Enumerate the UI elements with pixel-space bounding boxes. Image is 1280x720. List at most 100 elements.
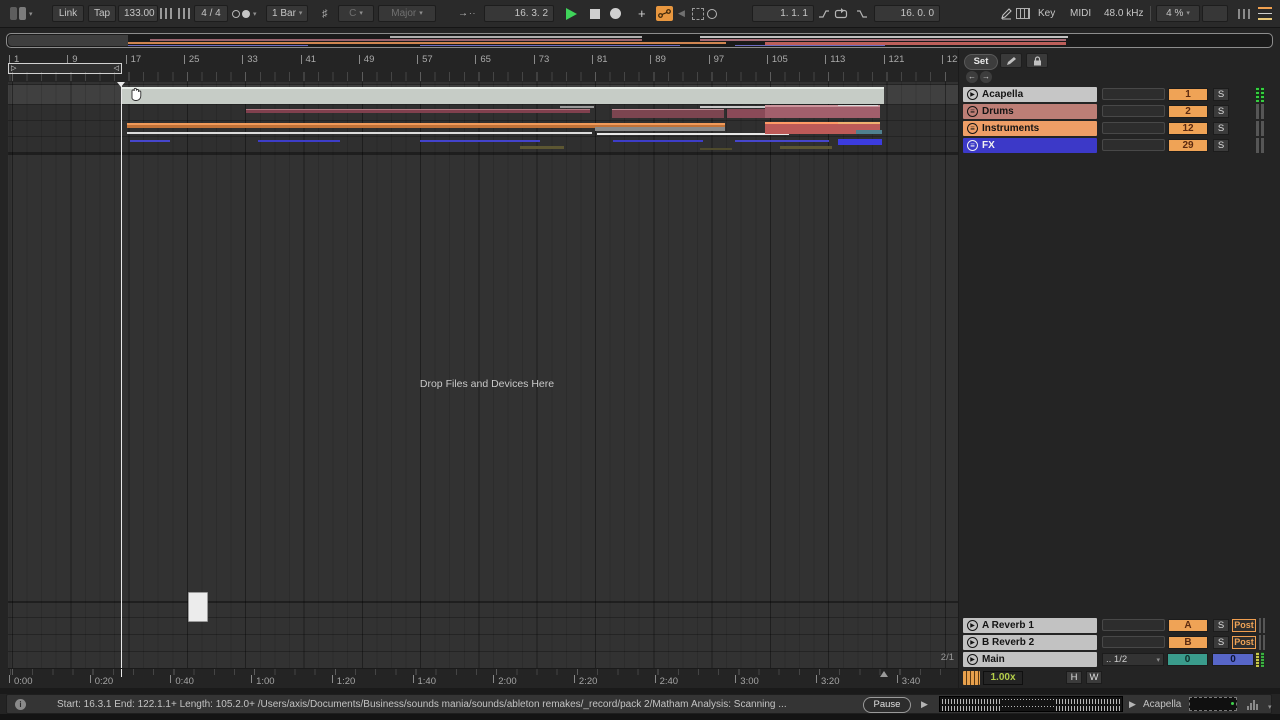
track-io-box[interactable] bbox=[1102, 88, 1165, 100]
automation-mode-button[interactable] bbox=[656, 5, 673, 22]
return-io-box[interactable] bbox=[1102, 636, 1165, 648]
track-io-box[interactable] bbox=[1102, 122, 1165, 134]
output-routing-menu[interactable]: .. 1/2▾ bbox=[1102, 653, 1164, 666]
clip-segment[interactable] bbox=[246, 110, 590, 113]
midi-map-button[interactable]: MIDI bbox=[1064, 5, 1096, 22]
clip-segment[interactable] bbox=[420, 45, 680, 46]
clip-segment[interactable] bbox=[700, 36, 1068, 38]
clip-segment[interactable] bbox=[127, 132, 592, 134]
clip-segment[interactable] bbox=[700, 148, 732, 150]
scale-icon[interactable]: ♯ bbox=[322, 5, 328, 22]
solo-button[interactable]: S bbox=[1213, 122, 1229, 135]
clip-segment[interactable] bbox=[838, 139, 882, 145]
time-signature-field[interactable]: 4 / 4 bbox=[194, 5, 228, 22]
punch-out-icon[interactable] bbox=[856, 5, 868, 22]
track-header[interactable]: ≡Drums bbox=[963, 104, 1097, 119]
group-track-icon[interactable]: ≡ bbox=[967, 140, 978, 151]
clip-segment[interactable] bbox=[597, 133, 789, 135]
return-activator[interactable]: A bbox=[1168, 619, 1208, 632]
return-activator[interactable]: B bbox=[1168, 636, 1208, 649]
return-io-box[interactable] bbox=[1102, 619, 1165, 631]
clip-segment[interactable] bbox=[838, 122, 880, 124]
link-button[interactable]: Link bbox=[52, 5, 84, 22]
clip-segment[interactable] bbox=[612, 110, 724, 118]
clip-segment[interactable] bbox=[128, 45, 308, 46]
unfold-icon[interactable]: ▶ bbox=[967, 637, 978, 648]
preview-play-icon[interactable]: ▶ bbox=[921, 699, 928, 710]
midi-keyboard-icon[interactable] bbox=[963, 671, 980, 685]
draw-mode-icon[interactable] bbox=[1000, 5, 1013, 22]
stop-button[interactable] bbox=[590, 5, 600, 22]
overview-viewport[interactable] bbox=[8, 35, 128, 46]
track-header[interactable]: ≡FX bbox=[963, 138, 1097, 153]
clip-segment[interactable] bbox=[856, 130, 882, 134]
lock-envelopes-button[interactable] bbox=[1026, 53, 1048, 68]
metronome-icon[interactable] bbox=[160, 5, 174, 22]
width-button[interactable]: W bbox=[1086, 671, 1102, 684]
unfold-icon[interactable]: ▶ bbox=[967, 89, 978, 100]
loop-end-handle[interactable]: ◁ bbox=[114, 64, 119, 73]
clip-segment[interactable] bbox=[520, 146, 564, 149]
height-button[interactable]: H bbox=[1066, 671, 1082, 684]
clip-segment[interactable] bbox=[595, 127, 725, 131]
clip-segment[interactable] bbox=[122, 87, 884, 104]
track-activator[interactable]: 1 bbox=[1168, 88, 1208, 101]
solo-button[interactable]: S bbox=[1213, 88, 1229, 101]
main-track-header[interactable]: ▶ Main bbox=[963, 652, 1097, 667]
record-button[interactable] bbox=[610, 5, 621, 22]
zoom-level[interactable]: 1.00x bbox=[983, 671, 1023, 685]
clip-segment[interactable] bbox=[390, 36, 642, 38]
loop-icon[interactable] bbox=[834, 5, 848, 22]
group-track-icon[interactable]: ≡ bbox=[967, 106, 978, 117]
clip-segment[interactable] bbox=[838, 105, 878, 106]
quantize-menu[interactable]: 1 Bar▾ bbox=[266, 5, 308, 22]
clip-segment[interactable] bbox=[130, 140, 170, 142]
punch-in-icon[interactable] bbox=[818, 5, 830, 22]
clip-segment[interactable] bbox=[258, 140, 340, 142]
arrangement-position-field[interactable]: 16. 3. 2 bbox=[484, 5, 554, 22]
chevron-down-icon[interactable]: ▾ bbox=[1265, 702, 1272, 713]
rename-field[interactable] bbox=[1189, 697, 1237, 711]
session-record-selection-icon[interactable] bbox=[692, 5, 704, 22]
play-button[interactable] bbox=[566, 5, 577, 22]
beat-time-ruler[interactable]: 191725334149576573818997105113121129 bbox=[8, 50, 958, 82]
track-io-box[interactable] bbox=[1102, 105, 1165, 117]
next-marker-button[interactable]: → bbox=[980, 71, 992, 83]
preview-waveform[interactable] bbox=[939, 696, 1123, 712]
key-scale-menu[interactable]: Major▾ bbox=[378, 5, 436, 22]
clip-segment[interactable] bbox=[765, 107, 880, 118]
clip-segment[interactable] bbox=[735, 140, 829, 142]
track-activator[interactable]: 2 bbox=[1168, 105, 1208, 118]
track-activator[interactable]: 29 bbox=[1168, 139, 1208, 152]
clip-segment[interactable] bbox=[420, 140, 540, 142]
tempo-field[interactable]: 133.00 bbox=[118, 5, 158, 22]
pause-analysis-button[interactable]: Pause bbox=[863, 697, 911, 713]
post-toggle[interactable]: Post bbox=[1232, 619, 1256, 632]
track-activator[interactable]: 12 bbox=[1168, 122, 1208, 135]
tap-tempo-button[interactable]: Tap bbox=[88, 5, 116, 22]
clip-segment[interactable] bbox=[780, 146, 832, 149]
control-surface-icon[interactable]: ▾ bbox=[10, 5, 33, 22]
clip-segment[interactable] bbox=[613, 140, 703, 142]
solo-button[interactable]: S bbox=[1213, 619, 1229, 632]
dragged-clip-ghost[interactable] bbox=[188, 592, 208, 622]
solo-button[interactable]: S bbox=[1213, 139, 1229, 152]
end-marker-icon[interactable] bbox=[880, 671, 888, 677]
clip-segment[interactable] bbox=[128, 42, 726, 44]
loop-start-field[interactable]: 1. 1. 1 bbox=[752, 5, 814, 22]
computer-midi-keyboard-icon[interactable] bbox=[1016, 5, 1030, 22]
unfold-icon[interactable]: ▶ bbox=[967, 620, 978, 631]
clip-segment[interactable] bbox=[122, 87, 884, 89]
prev-marker-button[interactable]: ← bbox=[966, 71, 978, 83]
re-enable-automation-button[interactable]: ◀ bbox=[678, 5, 685, 22]
loop-start-handle[interactable]: ▷ bbox=[11, 64, 16, 73]
post-toggle[interactable]: Post bbox=[1232, 636, 1256, 649]
groove-pool-icon[interactable]: ▾ bbox=[232, 5, 257, 22]
marker-pencil-button[interactable] bbox=[1000, 53, 1022, 68]
main-volume[interactable]: 0 bbox=[1212, 653, 1254, 666]
set-marker-button[interactable]: Set bbox=[964, 54, 998, 70]
follow-button[interactable]: →·· bbox=[458, 5, 476, 22]
capture-midi-icon[interactable] bbox=[707, 5, 717, 22]
clip-segment[interactable] bbox=[735, 45, 885, 46]
return-header[interactable]: ▶B Reverb 2 bbox=[963, 635, 1097, 650]
